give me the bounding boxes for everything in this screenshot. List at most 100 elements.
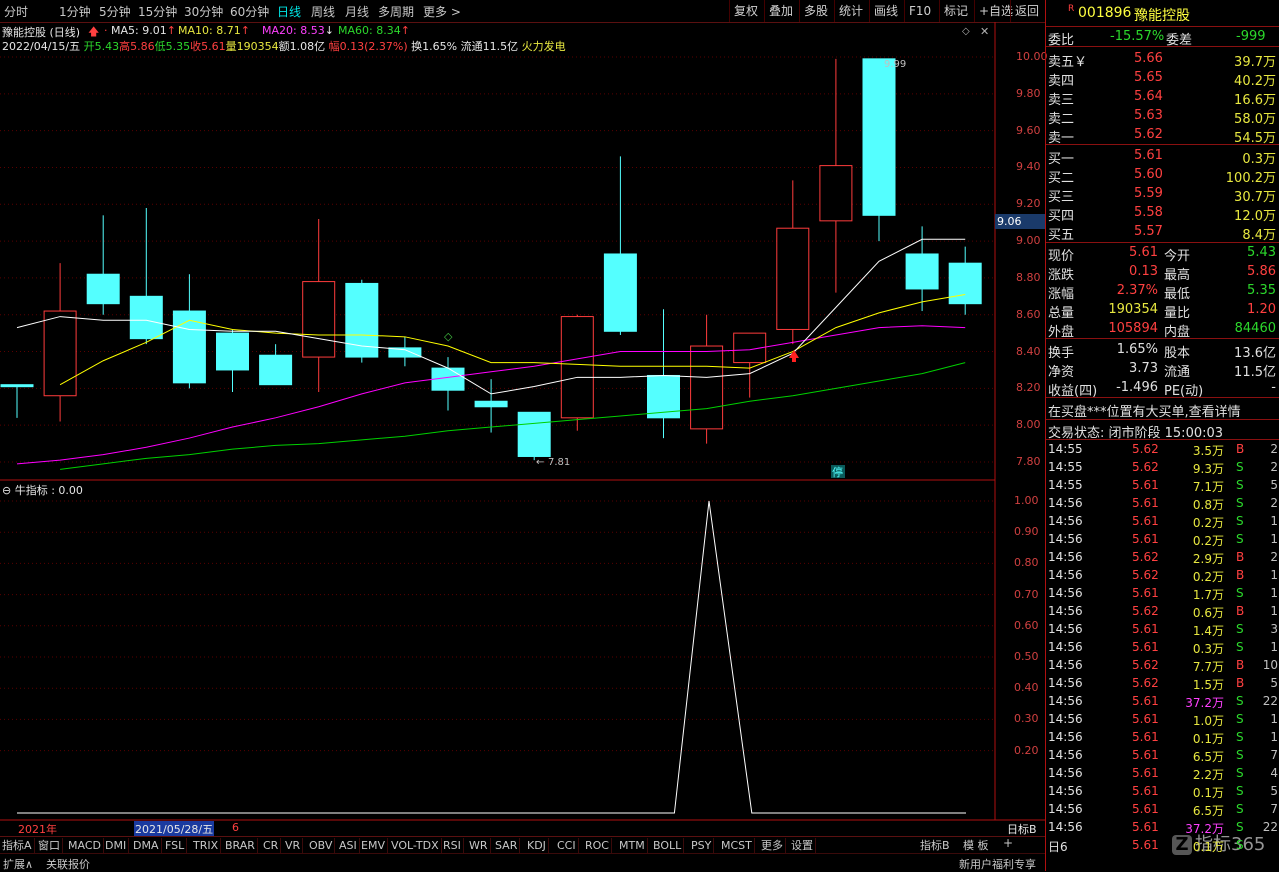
tick-time: 14:56 — [1048, 748, 1083, 762]
tick-volume: 6.5万 — [1192, 804, 1224, 818]
indicator-tab-kdj[interactable]: KDJ — [525, 838, 549, 853]
indicator-tab-rsi[interactable]: RSI — [441, 838, 464, 853]
indicator-tab-roc[interactable]: ROC — [583, 838, 612, 853]
candle-down[interactable] — [172, 310, 206, 384]
tick-row: 14:56 5.61 0.1万 S 5 — [1046, 783, 1279, 801]
candle-up[interactable] — [560, 316, 594, 419]
ask-price: 5.63 — [1134, 108, 1163, 123]
stock-header: R 001896 豫能控股 — [1046, 4, 1279, 24]
bid-row: 买二 5.60 100.2万 — [1046, 166, 1279, 186]
candle-down[interactable] — [474, 400, 508, 408]
indicator-tab-wr[interactable]: WR — [467, 838, 491, 853]
cursor-date: 2021/05/28/五 — [134, 821, 215, 837]
price-tick-label: 9.40 — [1016, 160, 1041, 174]
sub-tick-label: 0.30 — [1014, 712, 1039, 726]
indicator-tab-sar[interactable]: SAR — [493, 838, 521, 853]
candle-up[interactable] — [776, 227, 810, 330]
kline-chart[interactable]: 停 ◇ 9.99 ← 7.81 — [0, 0, 1045, 836]
tick-count: 4 — [1270, 766, 1278, 780]
candle-down[interactable] — [905, 253, 939, 290]
indicator-tab-emv[interactable]: EMV — [359, 838, 388, 853]
big-order-notice[interactable]: 在买盘***位置有大买单,查看详情 — [1046, 400, 1279, 420]
indicator-b-tab[interactable]: 指标B — [920, 837, 950, 853]
tick-volume: 1.0万 — [1192, 714, 1224, 728]
indicator-b-label[interactable]: 日标B — [1007, 821, 1037, 837]
fund-label: 换手 — [1048, 346, 1075, 361]
ask-label: 卖四 — [1048, 74, 1075, 89]
ask-volume: 39.7万 — [1234, 55, 1276, 70]
template-tab[interactable]: 模 板 — [963, 837, 989, 853]
candle-down[interactable] — [603, 253, 637, 332]
bid-label: 买一 — [1048, 152, 1075, 167]
sub-tick-label: 0.40 — [1014, 681, 1039, 695]
tick-price: 5.61 — [1132, 640, 1159, 654]
bull-indicator-line — [17, 500, 966, 814]
indicator-tab-macd[interactable]: MACD — [66, 838, 104, 853]
bid-price: 5.59 — [1134, 186, 1163, 201]
bid-price: 5.60 — [1134, 167, 1163, 182]
candle-up[interactable] — [302, 281, 336, 358]
indicator-tab-指标a[interactable]: 指标A — [0, 838, 35, 853]
candle-down[interactable] — [517, 411, 551, 457]
indicator-tab-obv[interactable]: OBV — [307, 838, 336, 853]
tick-price: 5.61 — [1132, 766, 1159, 780]
indicator-tab-trix[interactable]: TRIX — [191, 838, 222, 853]
tick-count: 7 — [1270, 748, 1278, 762]
tick-price: 5.62 — [1132, 604, 1159, 618]
candle-down[interactable] — [86, 273, 120, 305]
indicator-tab-brar[interactable]: BRAR — [223, 838, 258, 853]
indicator-tab-窗口[interactable]: 窗口 — [36, 838, 63, 853]
new-user-promo[interactable]: 新用户福利专享 — [959, 856, 1036, 872]
indicator-tab-asi[interactable]: ASI — [337, 838, 360, 853]
tick-direction: S — [1236, 748, 1244, 762]
stat-value2: 84460 — [1234, 321, 1276, 336]
indicator-tab-dma[interactable]: DMA — [131, 838, 162, 853]
indicator-tab-psy[interactable]: PSY — [689, 838, 715, 853]
indicator-tab-boll[interactable]: BOLL — [651, 838, 685, 853]
candle-up[interactable] — [819, 165, 853, 222]
bid-volume: 100.2万 — [1225, 171, 1276, 186]
fund-value: 3.73 — [1129, 361, 1158, 376]
ask-price: 5.65 — [1134, 70, 1163, 85]
candle-down[interactable] — [0, 384, 34, 388]
indicator-tab-cr[interactable]: CR — [261, 838, 282, 853]
tick-row: 14:56 5.62 0.2万 B 1 — [1046, 567, 1279, 585]
indicator-tab-设置[interactable]: 设置 — [789, 838, 816, 853]
candle-down[interactable] — [129, 295, 163, 340]
tick-volume: 3.5万 — [1192, 444, 1224, 458]
indicator-tab-fsl[interactable]: FSL — [163, 838, 188, 853]
candle-down[interactable] — [216, 332, 249, 371]
candle-down[interactable] — [948, 262, 982, 305]
tick-count: 1 — [1270, 532, 1278, 546]
indicator-tab-mtm[interactable]: MTM — [617, 838, 648, 853]
tick-direction: B — [1236, 568, 1245, 582]
candle-up[interactable] — [690, 345, 724, 430]
tick-count: 1 — [1270, 604, 1278, 618]
tick-volume: 0.2万 — [1192, 570, 1224, 584]
tick-row: 14:56 5.61 0.1万 S 1 — [1046, 729, 1279, 747]
add-indicator-button[interactable]: + — [1003, 836, 1013, 850]
tick-price: 5.61 — [1132, 532, 1159, 546]
related-quote-button[interactable]: 关联报价 — [46, 856, 90, 872]
indicator-tab-vol-tdx[interactable]: VOL-TDX — [389, 838, 442, 853]
tick-time: 14:56 — [1048, 784, 1083, 798]
tick-time: 14:56 — [1048, 532, 1083, 546]
indicator-tab-bar: 指标A 窗口 MACD DMI DMA FSL TRIX BRAR CR VR OBV ASI EMV V… — [0, 836, 1045, 854]
indicator-tab-dmi[interactable]: DMI — [103, 838, 130, 853]
stock-name: 豫能控股 — [1134, 8, 1190, 24]
candle-up[interactable] — [43, 310, 77, 397]
expand-button[interactable]: 扩展∧ — [3, 856, 33, 872]
candle-down[interactable] — [862, 58, 896, 216]
ask-row: 卖二 5.63 58.0万 — [1046, 107, 1279, 127]
buy-signal-icon — [789, 350, 799, 362]
sub-tick-label: 0.50 — [1014, 650, 1039, 663]
indicator-tab-更多[interactable]: 更多 — [759, 838, 786, 853]
candle-down[interactable] — [259, 354, 293, 386]
tick-row: 14:55 5.61 7.1万 S 5 — [1046, 477, 1279, 495]
indicator-tab-vr[interactable]: VR — [283, 838, 304, 853]
tick-count: 2 — [1270, 442, 1278, 456]
indicator-tab-cci[interactable]: CCI — [555, 838, 579, 853]
tick-time: 14:55 — [1048, 460, 1083, 474]
indicator-tab-mcst[interactable]: MCST — [719, 838, 755, 853]
tick-volume: 0.6万 — [1192, 606, 1224, 620]
